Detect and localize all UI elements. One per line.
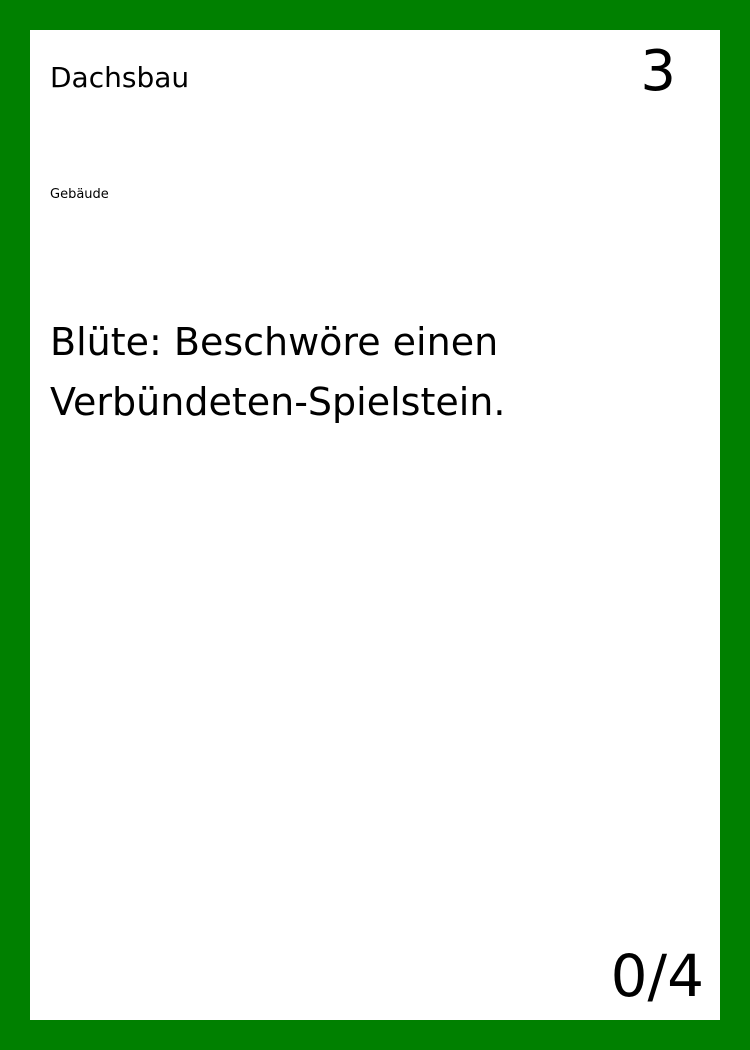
card-name: Dachsbau [50,61,190,94]
card-type: Gebäude [50,187,109,202]
card-ability-text: Blüte: Beschwöre einen Verbündeten-Spiel… [50,320,506,424]
card-counter: 0/4 [610,942,704,1010]
game-card: Dachsbau 3 Gebäude Blüte: Beschwöre eine… [0,0,750,1050]
card-cost: 3 [640,39,676,104]
